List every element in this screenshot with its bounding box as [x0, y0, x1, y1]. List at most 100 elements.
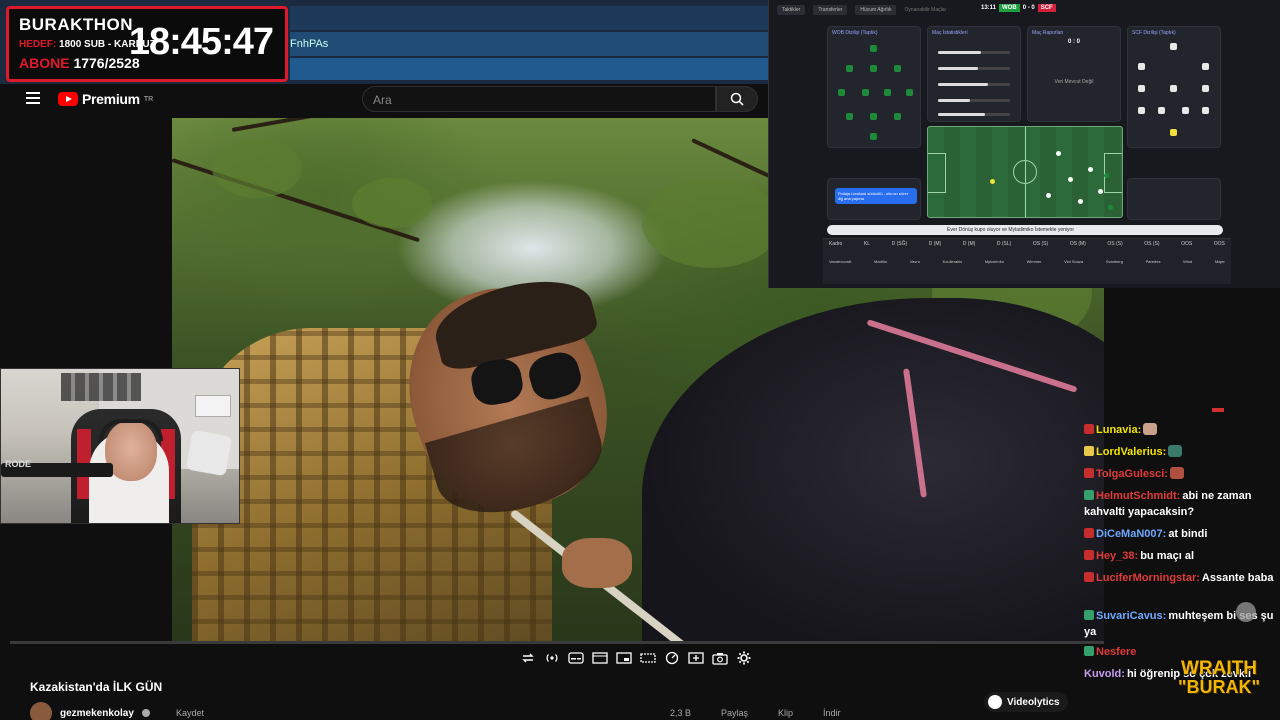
save-button[interactable]: Kaydet	[176, 708, 204, 718]
chat-message: Lunavia:	[1084, 422, 1276, 438]
chat-text: at bindi	[1168, 528, 1208, 540]
chat-username[interactable]: LordValerius:	[1096, 446, 1166, 458]
fb-table-names: Vandevoordt Madhlu Vavro Koulierakis Mykolen…	[829, 259, 1225, 264]
fb-tab[interactable]: Transferler	[813, 5, 848, 15]
fb-events-card	[1127, 178, 1221, 220]
browser-tab[interactable]: FnhPAs	[290, 32, 768, 56]
fb-score-value: 0 - 0	[1022, 5, 1035, 11]
pip-icon[interactable]	[616, 651, 632, 665]
videolytics-button[interactable]: Videolytics	[984, 692, 1068, 712]
like-count[interactable]: 2,3 B	[670, 708, 691, 718]
channel-row: gezmekenkolay	[30, 702, 150, 720]
fb-away-team: SCF	[1037, 4, 1056, 12]
fb-home-team: WOB	[999, 4, 1020, 12]
chat-message: LordValerius:	[1084, 444, 1276, 460]
chat-text: Assante baba	[1201, 572, 1274, 584]
chat-badge-icon	[1084, 490, 1094, 500]
chat-username[interactable]: Nesfere	[1096, 646, 1136, 658]
fb-away-lineup: SCF Dizilişi (Taptık)	[1127, 26, 1221, 148]
chat-username[interactable]: LuciferMorningstar:	[1096, 572, 1200, 584]
youtube-region: TR	[143, 95, 154, 103]
chat-badge-icon	[1084, 468, 1094, 478]
fb-news-bar: Ever Dönüş kupo oluyor ve Myladimiko İst…	[827, 225, 1223, 235]
video-title: Kazakistan'da İLK GÜN	[30, 680, 163, 694]
football-manager-window: Taktikler Transferler Hücum Ağırlık Oyna…	[768, 0, 1280, 288]
screenshot-icon[interactable]	[712, 651, 728, 665]
fb-pitch[interactable]	[927, 126, 1123, 218]
channel-avatar[interactable]	[30, 702, 52, 720]
ball	[990, 179, 995, 184]
fb-squad-table: Kadro KL D (SĞ) D (M) D (M) D (SL) OS (S) OS (M…	[823, 238, 1231, 284]
browser-bar	[290, 6, 768, 30]
sponsor-line1: WRAITH	[1181, 658, 1257, 679]
chat-badge-icon	[1084, 610, 1094, 620]
browser-tab-label: FnhPAs	[290, 38, 329, 50]
wall-photos	[61, 373, 141, 401]
video-progress-bar[interactable]	[10, 641, 1104, 644]
overlay-title: BURAKTHON	[19, 15, 134, 34]
subathon-timer-overlay: BURAKTHON HEDEF: 1800 SUB - KARPUZ ABONE…	[6, 6, 288, 82]
fb-no-data: Veri Mevcut Değil	[1054, 79, 1094, 85]
fb-tab[interactable]: Oynanabilir Maçlar	[904, 7, 946, 13]
chat-badge-icon	[1084, 550, 1094, 560]
chat-badge-icon	[1084, 528, 1094, 538]
foliage	[212, 138, 302, 198]
sunglasses	[468, 347, 592, 410]
chat-username[interactable]: SuvariCavus:	[1096, 610, 1166, 622]
webcam-feed: RODE	[0, 368, 240, 524]
subtitles-icon[interactable]	[568, 651, 584, 665]
channel-name[interactable]: gezmekenkolay	[60, 708, 134, 719]
verified-icon	[141, 709, 150, 717]
speed-icon[interactable]	[664, 651, 680, 665]
headphones-icon	[99, 419, 163, 441]
youtube-logo[interactable]: Premium TR	[58, 91, 153, 107]
chat-emote-icon	[1169, 467, 1184, 479]
pillow	[185, 429, 233, 477]
chat-message: HelmutSchmidt: abi ne zaman kahvalti yapa…	[1084, 488, 1276, 520]
fb-card-title: Maç İstatistikleri	[932, 30, 968, 36]
chat-badge-icon	[1084, 646, 1094, 656]
settings-icon[interactable]	[736, 651, 752, 665]
videolytics-label: Videolytics	[1007, 696, 1060, 708]
fb-ticker: Pollaja Liesfund sürücülü - oltınızı sür…	[835, 188, 917, 204]
menu-icon[interactable]	[26, 92, 40, 104]
chat-username[interactable]: TolgaGulesci:	[1096, 468, 1168, 480]
share-button[interactable]: Paylaş	[721, 708, 748, 718]
video-actions-right: 2,3 B Paylaş Klip İndir	[670, 708, 841, 718]
miniplayer-icon[interactable]	[640, 651, 656, 665]
chat-text: bu maçı al	[1140, 550, 1194, 562]
fb-match-report: Maç Raporları 0 : 0 Veri Mevcut Değil	[1027, 26, 1121, 122]
youtube-brand: Premium	[82, 91, 140, 107]
video-actions-left: Kaydet	[176, 708, 204, 718]
chat-username[interactable]: Hey_38:	[1096, 550, 1138, 562]
scroll-indicator-icon[interactable]	[1236, 602, 1256, 622]
fb-home-lineup: WOB Dizilişi (Taptık)	[827, 26, 921, 148]
stream-canvas: FnhPAs BURAKTHON HEDEF: 1800 SUB - KARPU…	[0, 0, 1280, 720]
search-input[interactable]: Ara	[362, 86, 716, 112]
chat-badge-icon	[1084, 446, 1094, 456]
fb-tab[interactable]: Taktikler	[777, 5, 806, 15]
chat-username[interactable]: HelmutSchmidt:	[1096, 490, 1180, 502]
clip-icon[interactable]	[688, 651, 704, 665]
search-button[interactable]	[716, 86, 758, 112]
overlay-clock: 18:45:47	[128, 21, 274, 63]
fb-scoreboard: 13:11 WOB 0 - 0 SCF	[981, 4, 1056, 12]
chat-username[interactable]: Lunavia:	[1096, 424, 1141, 436]
fb-clock: 13:11	[981, 5, 997, 11]
theater-icon[interactable]	[592, 651, 608, 665]
search-icon	[730, 92, 744, 106]
live-icon[interactable]	[544, 651, 560, 665]
chat-message: Hey_38: bu maçı al	[1084, 548, 1276, 564]
chat-badge-icon	[1084, 424, 1094, 434]
clip-button[interactable]: Klip	[778, 708, 793, 718]
search-placeholder: Ara	[373, 93, 392, 107]
chat-username[interactable]: Kuvold:	[1084, 668, 1125, 680]
loop-icon[interactable]	[520, 651, 536, 665]
download-button[interactable]: İndir	[823, 708, 841, 718]
fb-tab[interactable]: Hücum Ağırlık	[855, 5, 897, 15]
fb-table-header: Kadro KL D (SĞ) D (M) D (M) D (SL) OS (S) OS (M…	[829, 241, 1225, 247]
foliage	[642, 178, 782, 268]
chat-username[interactable]: DiCeMaN007:	[1096, 528, 1166, 540]
mic-brand: RODE	[5, 459, 32, 469]
fb-card-title: SCF Dizilişi (Taptık)	[1132, 30, 1176, 36]
